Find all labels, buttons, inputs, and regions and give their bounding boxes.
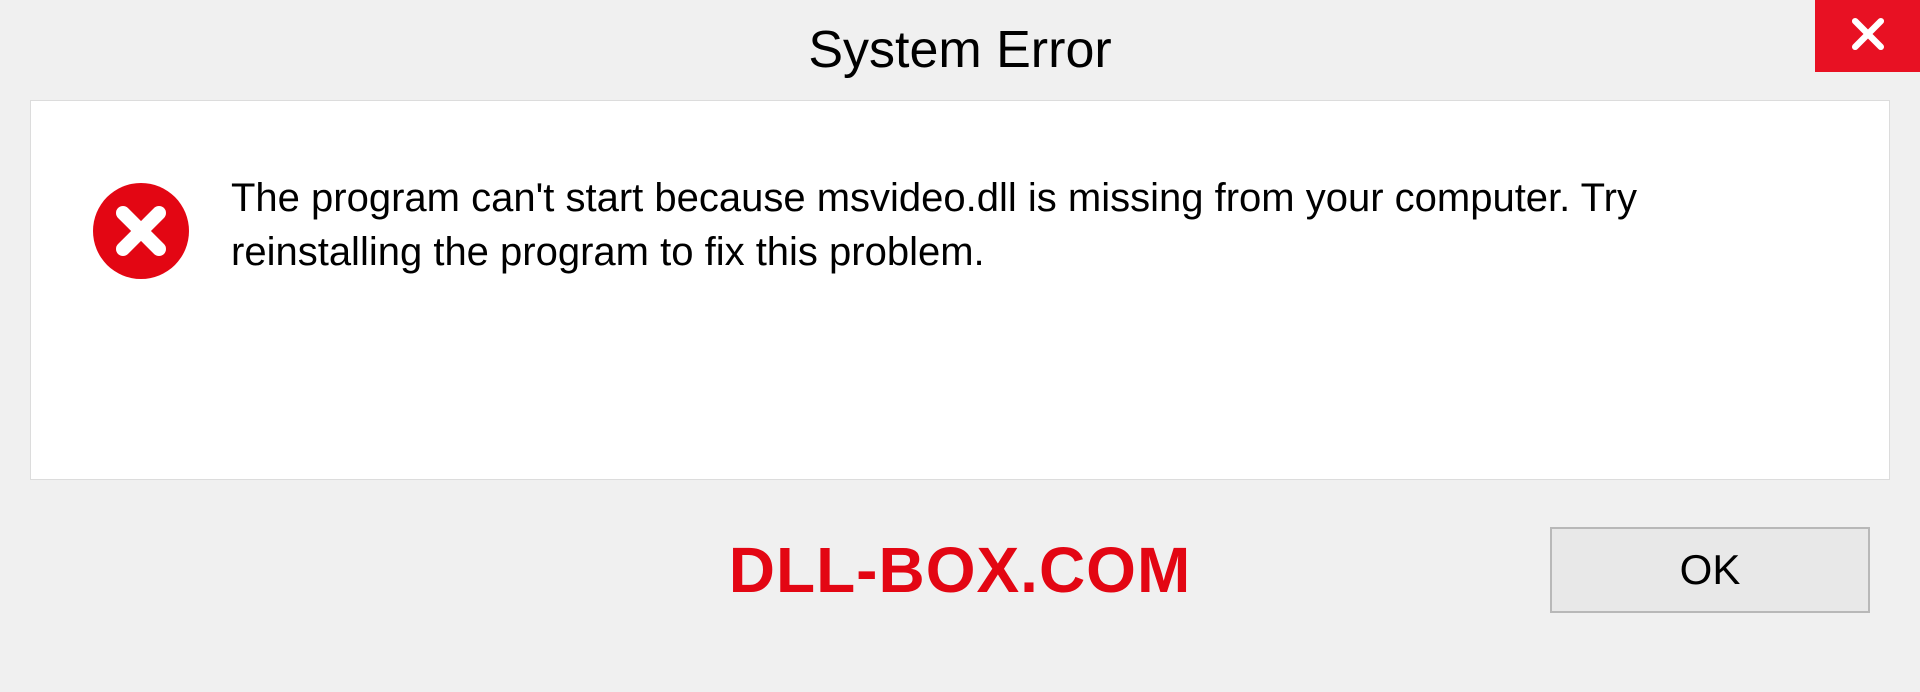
dialog-title: System Error — [808, 20, 1111, 80]
content-panel: The program can't start because msvideo.… — [30, 100, 1890, 480]
close-icon — [1846, 12, 1890, 61]
watermark-text: DLL-BOX.COM — [729, 533, 1192, 607]
titlebar: System Error — [0, 0, 1920, 100]
ok-button[interactable]: OK — [1550, 527, 1870, 613]
close-button[interactable] — [1815, 0, 1920, 72]
footer: DLL-BOX.COM OK — [30, 480, 1890, 660]
error-message: The program can't start because msvideo.… — [231, 171, 1829, 279]
error-icon — [91, 181, 191, 281]
